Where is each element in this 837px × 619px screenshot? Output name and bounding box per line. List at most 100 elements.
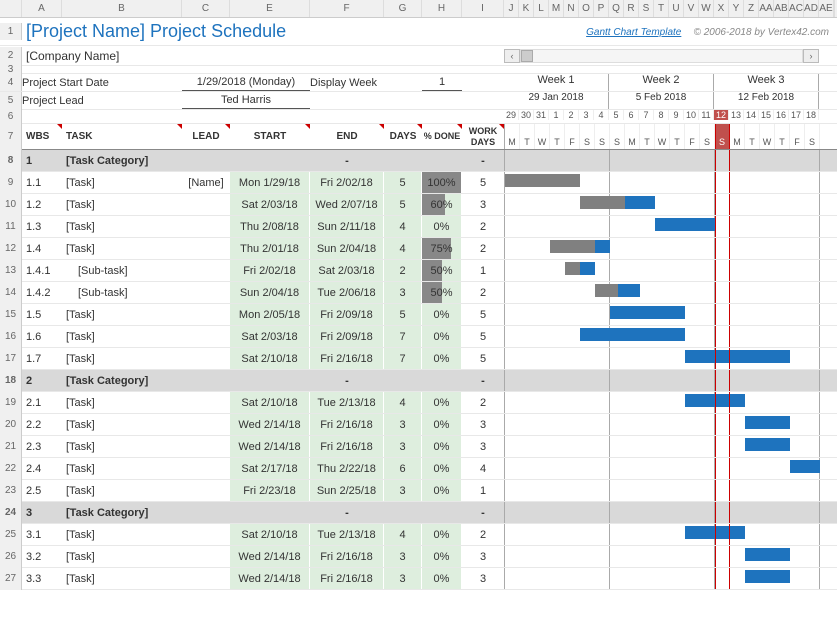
gantt-bar[interactable] [685, 394, 745, 407]
pct-cell[interactable]: 0% [422, 326, 462, 347]
start-cell[interactable]: Sat 2/10/18 [230, 392, 310, 413]
company-name[interactable]: [Company Name] [22, 49, 482, 63]
work-cell[interactable]: 1 [462, 260, 504, 281]
col-header[interactable]: AE [819, 0, 834, 17]
end-cell[interactable]: Sun 2/04/18 [310, 238, 384, 259]
scroll-thumb[interactable] [521, 50, 533, 62]
col-header[interactable]: AB [774, 0, 789, 17]
work-cell[interactable]: 3 [462, 414, 504, 435]
wbs-cell[interactable]: 3.3 [22, 568, 62, 589]
gantt-bar[interactable] [580, 328, 685, 341]
lead-cell[interactable] [182, 524, 230, 545]
col-header[interactable]: M [549, 0, 564, 17]
work-cell[interactable]: 3 [462, 436, 504, 457]
col-header[interactable]: J [504, 0, 519, 17]
pct-cell[interactable]: 0% [422, 436, 462, 457]
wbs-cell[interactable]: 1.1 [22, 172, 62, 193]
start-cell[interactable] [230, 150, 310, 171]
pct-cell[interactable]: 0% [422, 458, 462, 479]
end-cell[interactable]: Tue 2/13/18 [310, 392, 384, 413]
end-cell[interactable]: Tue 2/06/18 [310, 282, 384, 303]
pct-cell[interactable]: 0% [422, 348, 462, 369]
task-row[interactable]: 15 1.5 [Task] Mon 2/05/18 Fri 2/09/18 5 … [0, 304, 837, 326]
task-row[interactable]: 12 1.4 [Task] Thu 2/01/18 Sun 2/04/18 4 … [0, 238, 837, 260]
col-header[interactable]: AC [789, 0, 804, 17]
display-week-value[interactable]: 1 [422, 74, 462, 91]
days-cell[interactable]: 3 [384, 436, 422, 457]
wbs-cell[interactable]: 1.2 [22, 194, 62, 215]
task-row[interactable]: 14 1.4.2 [Sub-task] Sun 2/04/18 Tue 2/06… [0, 282, 837, 304]
gantt-cell[interactable] [504, 172, 837, 193]
task-cell[interactable]: [Task] [62, 392, 182, 413]
wbs-cell[interactable]: 3 [22, 502, 62, 523]
gantt-cell[interactable] [504, 480, 837, 501]
category-row[interactable]: 8 1 [Task Category] - - [0, 150, 837, 172]
end-cell[interactable]: - [310, 502, 384, 523]
task-row[interactable]: 25 3.1 [Task] Sat 2/10/18 Tue 2/13/18 4 … [0, 524, 837, 546]
task-row[interactable]: 19 2.1 [Task] Sat 2/10/18 Tue 2/13/18 4 … [0, 392, 837, 414]
gantt-cell[interactable] [504, 436, 837, 457]
end-cell[interactable]: Sat 2/03/18 [310, 260, 384, 281]
start-cell[interactable]: Sun 2/04/18 [230, 282, 310, 303]
work-cell[interactable]: 2 [462, 282, 504, 303]
start-cell[interactable]: Wed 2/14/18 [230, 436, 310, 457]
task-cell[interactable]: [Task] [62, 458, 182, 479]
work-cell[interactable]: - [462, 370, 504, 391]
col-header[interactable]: AD [804, 0, 819, 17]
task-row[interactable]: 16 1.6 [Task] Sat 2/03/18 Fri 2/09/18 7 … [0, 326, 837, 348]
lead-cell[interactable] [182, 414, 230, 435]
start-cell[interactable]: Wed 2/14/18 [230, 546, 310, 567]
end-cell[interactable]: Thu 2/22/18 [310, 458, 384, 479]
wbs-cell[interactable]: 1.7 [22, 348, 62, 369]
days-cell[interactable] [384, 150, 422, 171]
end-cell[interactable]: Fri 2/16/18 [310, 348, 384, 369]
start-cell[interactable]: Sat 2/03/18 [230, 194, 310, 215]
work-cell[interactable]: 2 [462, 216, 504, 237]
lead-cell[interactable] [182, 282, 230, 303]
work-cell[interactable]: 5 [462, 348, 504, 369]
lead-cell[interactable] [182, 260, 230, 281]
gantt-cell[interactable] [504, 546, 837, 567]
task-row[interactable]: 13 1.4.1 [Sub-task] Fri 2/02/18 Sat 2/03… [0, 260, 837, 282]
gantt-cell[interactable] [504, 348, 837, 369]
lead-cell[interactable] [182, 348, 230, 369]
start-cell[interactable]: Fri 2/23/18 [230, 480, 310, 501]
task-row[interactable]: 17 1.7 [Task] Sat 2/10/18 Fri 2/16/18 7 … [0, 348, 837, 370]
days-cell[interactable]: 3 [384, 480, 422, 501]
work-cell[interactable]: 5 [462, 172, 504, 193]
wbs-cell[interactable]: 1.3 [22, 216, 62, 237]
pct-cell[interactable]: 0% [422, 480, 462, 501]
col-header[interactable]: K [519, 0, 534, 17]
pct-cell[interactable] [422, 502, 462, 523]
lead-cell[interactable] [182, 392, 230, 413]
lead-cell[interactable] [182, 238, 230, 259]
pct-cell[interactable]: 0% [422, 524, 462, 545]
end-cell[interactable]: Fri 2/09/18 [310, 304, 384, 325]
days-cell[interactable]: 4 [384, 392, 422, 413]
lead-cell[interactable] [182, 150, 230, 171]
work-cell[interactable]: 3 [462, 546, 504, 567]
pct-cell[interactable]: 0% [422, 392, 462, 413]
col-header[interactable]: E [230, 0, 310, 17]
gantt-bar[interactable] [685, 350, 790, 363]
scroll-left-button[interactable]: ‹ [504, 49, 520, 63]
days-cell[interactable]: 3 [384, 282, 422, 303]
gantt-cell[interactable] [504, 370, 837, 391]
task-cell[interactable]: [Task] [62, 194, 182, 215]
work-cell[interactable]: - [462, 150, 504, 171]
start-cell[interactable]: Mon 1/29/18 [230, 172, 310, 193]
col-header[interactable]: P [594, 0, 609, 17]
col-header[interactable]: A [22, 0, 62, 17]
task-row[interactable]: 21 2.3 [Task] Wed 2/14/18 Fri 2/16/18 3 … [0, 436, 837, 458]
lead-cell[interactable] [182, 326, 230, 347]
pct-cell[interactable]: 0% [422, 568, 462, 589]
task-cell[interactable]: [Task] [62, 216, 182, 237]
pct-cell[interactable]: 100% [422, 172, 462, 193]
gantt-bar[interactable] [685, 526, 745, 539]
task-cell[interactable]: [Task] [62, 172, 182, 193]
lead-cell[interactable] [182, 502, 230, 523]
end-cell[interactable]: Fri 2/02/18 [310, 172, 384, 193]
gantt-cell[interactable] [504, 238, 837, 259]
gantt-cell[interactable] [504, 260, 837, 281]
gantt-bar[interactable] [610, 306, 685, 319]
